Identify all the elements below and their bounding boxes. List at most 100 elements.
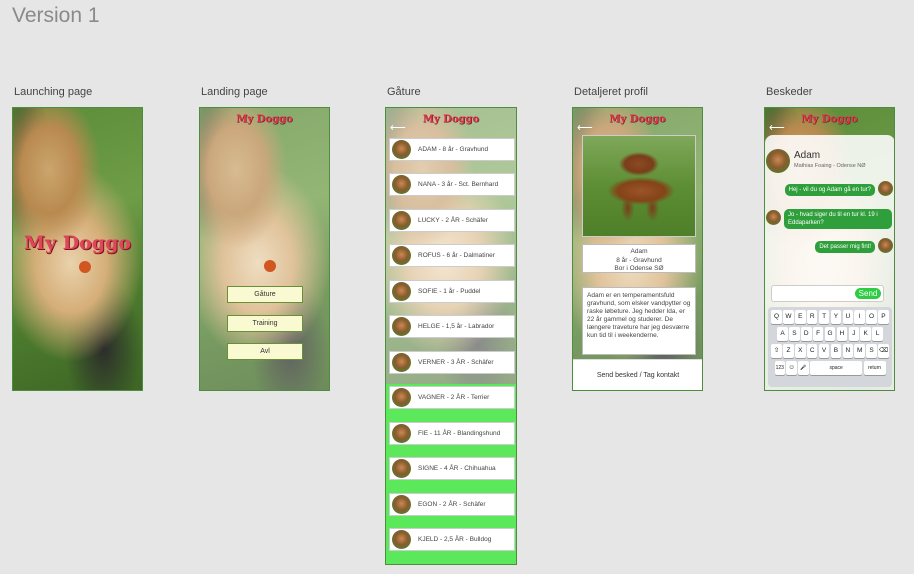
dog-avatar bbox=[392, 246, 411, 265]
version-title: Version 1 bbox=[12, 4, 100, 27]
dog-row-label: LUCKY - 2 ÅR - Schäfer bbox=[418, 217, 488, 224]
screen-gature[interactable]: ⟵ My Doggo ADAM - 8 år - Gravhund NANA -… bbox=[385, 107, 517, 565]
contact-button[interactable]: Send besked / Tag kontakt bbox=[573, 359, 702, 390]
dog-row-label: SIGNE - 4 ÅR - Chihuahua bbox=[418, 465, 496, 472]
dog-row-label: ADAM - 8 år - Gravhund bbox=[418, 146, 489, 153]
gature-button[interactable]: Gåture bbox=[227, 286, 303, 303]
chat-panel: Adam Mathias Foaing - Odense NØ Hej - vi… bbox=[765, 135, 894, 390]
key[interactable]: F bbox=[812, 327, 824, 341]
key[interactable]: D bbox=[801, 327, 812, 341]
dog-row[interactable]: KJELD - 2,5 ÅR - Bulldog bbox=[389, 528, 515, 551]
screen-profile[interactable]: ⟵ My Doggo Adam 8 år - Gravhund Bor i Od… bbox=[572, 107, 703, 391]
dog-row[interactable]: VAGNER - 2 ÅR - Terrier bbox=[389, 386, 515, 409]
key[interactable]: V bbox=[818, 344, 830, 358]
profile-photo bbox=[582, 135, 696, 237]
key[interactable]: H bbox=[836, 327, 848, 341]
avl-button[interactable]: Avl bbox=[227, 343, 303, 360]
dog-avatar bbox=[392, 424, 411, 443]
label-profile: Detaljeret profil bbox=[574, 86, 648, 98]
profile-info: Adam 8 år - Gravhund Bor i Odense SØ bbox=[582, 244, 696, 273]
dog-row[interactable]: ROFUS - 6 år - Dalmatiner bbox=[389, 244, 515, 267]
dog-avatar bbox=[392, 175, 411, 194]
key[interactable]: B bbox=[830, 344, 842, 358]
training-button[interactable]: Training bbox=[227, 315, 303, 332]
dog-row-label: ROFUS - 6 år - Dalmatiner bbox=[418, 252, 495, 259]
contact-sub: Mathias Foaing - Odense NØ bbox=[794, 163, 866, 169]
screen-landing[interactable]: My Doggo Gåture Training Avl bbox=[199, 107, 330, 391]
app-logo: My Doggo bbox=[422, 114, 480, 125]
key[interactable]: I bbox=[854, 310, 865, 324]
key[interactable]: S bbox=[866, 344, 877, 358]
app-logo: My Doggo bbox=[236, 114, 293, 125]
screen-launching[interactable]: My Doggo bbox=[12, 107, 143, 391]
keyboard-row-1: Q W E R T Y U I O P bbox=[770, 310, 890, 324]
key[interactable]: Z bbox=[783, 344, 794, 358]
key[interactable]: T bbox=[818, 310, 830, 324]
key[interactable]: K bbox=[860, 327, 871, 341]
key[interactable]: G bbox=[824, 327, 836, 341]
dog-avatar bbox=[392, 530, 411, 549]
keyboard-row-2: A S D F G H J K L bbox=[770, 327, 890, 341]
key[interactable]: U bbox=[842, 310, 854, 324]
label-landing: Landing page bbox=[201, 86, 268, 98]
key[interactable]: W bbox=[783, 310, 794, 324]
label-launching: Launching page bbox=[14, 86, 93, 98]
screen-messages[interactable]: ⟵ My Doggo Adam Mathias Foaing - Odense … bbox=[764, 107, 895, 391]
key[interactable]: E bbox=[795, 310, 806, 324]
dog-row[interactable]: EGON - 2 ÅR - Schäfer bbox=[389, 493, 515, 516]
ball bbox=[264, 260, 276, 272]
dog-row-label: FIE - 11 ÅR - Blandingshund bbox=[418, 430, 501, 437]
key[interactable]: X bbox=[795, 344, 806, 358]
dog-row[interactable]: LUCKY - 2 ÅR - Schäfer bbox=[389, 209, 515, 232]
message-input[interactable]: Send bbox=[771, 285, 884, 302]
sender-avatar bbox=[878, 238, 893, 253]
chat-bubble-received: Jo - hvad siger du til en tur kl. 19 i E… bbox=[784, 209, 892, 229]
key[interactable]: O bbox=[866, 310, 877, 324]
key[interactable]: Y bbox=[830, 310, 842, 324]
keyboard-row-3: ⇧ Z X C V B N M S ⌫ bbox=[770, 344, 890, 358]
key[interactable]: S bbox=[789, 327, 800, 341]
emoji-icon[interactable]: ☺ bbox=[786, 361, 797, 375]
key[interactable]: M bbox=[854, 344, 865, 358]
dog-row[interactable]: VERNER - 3 ÅR - Schäfer bbox=[389, 351, 515, 374]
profile-name: Adam bbox=[630, 248, 648, 255]
dog-row-label: EGON - 2 ÅR - Schäfer bbox=[418, 501, 486, 508]
mic-icon[interactable]: 🎤 bbox=[798, 361, 809, 375]
dog-avatar bbox=[392, 459, 411, 478]
dog-row-label: VERNER - 3 ÅR - Schäfer bbox=[418, 359, 494, 366]
key[interactable]: A bbox=[777, 327, 788, 341]
keyboard: Q W E R T Y U I O P A S D F G H J K L ⇧ … bbox=[768, 307, 892, 387]
send-button[interactable]: Send bbox=[855, 288, 881, 299]
keyboard-row-4: 123 ☺ 🎤 space return bbox=[770, 361, 890, 375]
key[interactable]: P bbox=[878, 310, 889, 324]
dog-row[interactable]: HELGE - 1,5 år - Labrador bbox=[389, 315, 515, 338]
label-gature: Gåture bbox=[387, 86, 421, 98]
key[interactable]: N bbox=[842, 344, 854, 358]
dog-row[interactable]: NANA - 3 år - Sct. Bernhard bbox=[389, 173, 515, 196]
dog-row-label: SOFIE - 1 år - Puddel bbox=[418, 288, 481, 295]
profile-location: Bor i Odense SØ bbox=[614, 265, 664, 272]
key[interactable]: R bbox=[806, 310, 818, 324]
label-messages: Beskeder bbox=[766, 86, 813, 98]
dog-row[interactable]: FIE - 11 ÅR - Blandingshund bbox=[389, 422, 515, 445]
dog-row[interactable]: SOFIE - 1 år - Puddel bbox=[389, 280, 515, 303]
dog-row[interactable]: SIGNE - 4 ÅR - Chihuahua bbox=[389, 457, 515, 480]
contact-avatar bbox=[766, 149, 790, 173]
shift-key[interactable]: ⇧ bbox=[771, 344, 782, 358]
return-key[interactable]: return bbox=[863, 361, 886, 375]
key[interactable]: Q bbox=[771, 310, 782, 324]
space-key[interactable]: space bbox=[810, 361, 863, 375]
key[interactable]: J bbox=[848, 327, 859, 341]
backspace-key[interactable]: ⌫ bbox=[878, 344, 889, 358]
key[interactable]: C bbox=[806, 344, 818, 358]
dog-row[interactable]: ADAM - 8 år - Gravhund bbox=[389, 138, 515, 161]
dog-avatar bbox=[392, 282, 411, 301]
receiver-avatar bbox=[766, 210, 781, 225]
chat-bubble-sent: Det passer mig fint! bbox=[815, 241, 875, 253]
dog-avatar bbox=[392, 353, 411, 372]
dog-avatar bbox=[392, 140, 411, 159]
numbers-key[interactable]: 123 bbox=[774, 361, 785, 375]
key[interactable]: L bbox=[872, 327, 883, 341]
dog-row-label: HELGE - 1,5 år - Labrador bbox=[418, 323, 495, 330]
dog-row-label: VAGNER - 2 ÅR - Terrier bbox=[418, 394, 490, 401]
